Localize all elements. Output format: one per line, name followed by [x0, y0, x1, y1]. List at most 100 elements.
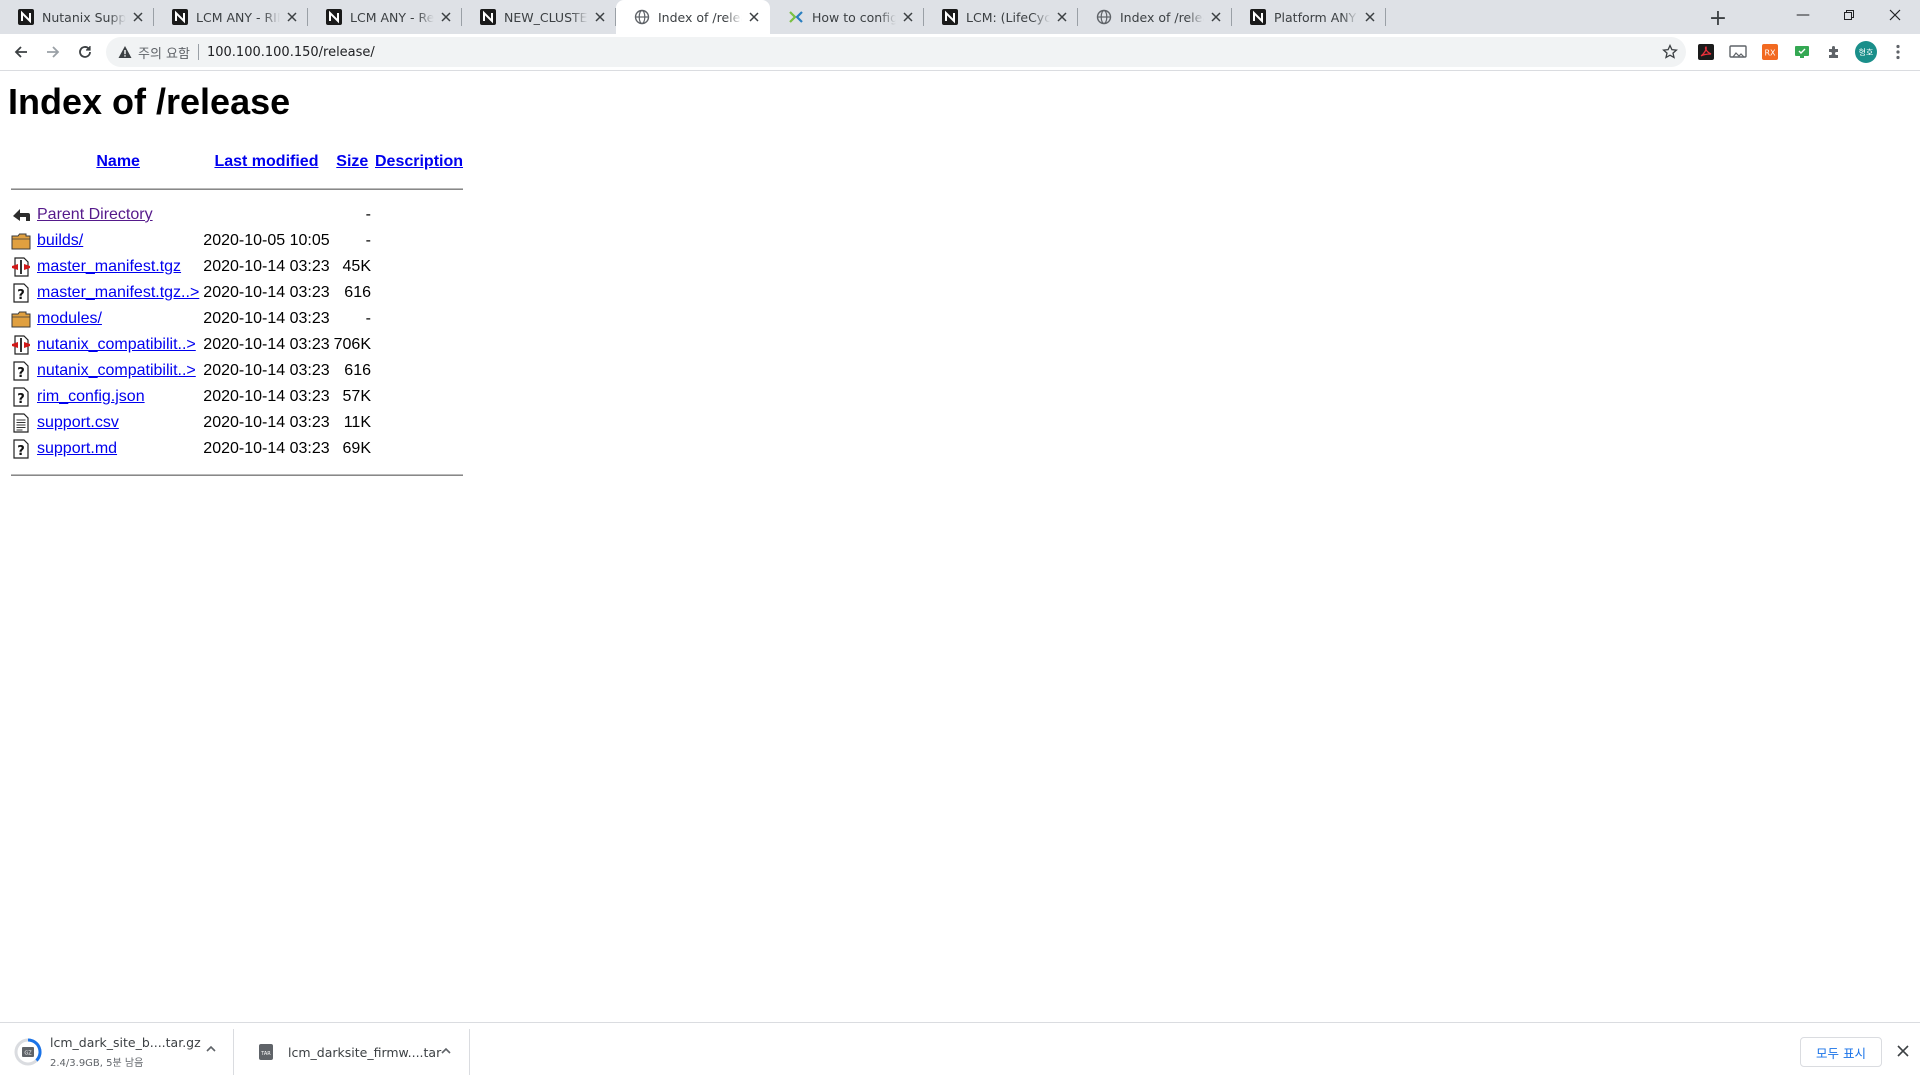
directory-listing-table: Name Last modified Size Description Pare… — [8, 147, 466, 489]
tab-close-icon[interactable] — [746, 9, 762, 25]
modified-cell: 2020-10-14 03:23 — [203, 362, 330, 379]
screen-extension-icon[interactable] — [1793, 43, 1811, 61]
file-link[interactable]: modules/ — [37, 310, 102, 327]
window-close-icon[interactable] — [1872, 0, 1918, 30]
download-text: lcm_dark_site_b....tar.gz 2.4/3.9GB, 5분 … — [50, 1035, 201, 1069]
file-link[interactable]: support.md — [37, 440, 117, 457]
modified-cell: 2020-10-14 03:23 — [203, 310, 330, 327]
description-cell — [374, 385, 464, 409]
browser-tab[interactable]: Platform ANY - Replace — [1232, 0, 1386, 34]
browser-tab[interactable]: LCM ANY - RIM Payload — [154, 0, 308, 34]
tab-separator — [1385, 8, 1386, 26]
browser-tab[interactable]: Index of /release — [616, 0, 770, 34]
size-cell: 11K — [343, 414, 371, 431]
file-link[interactable]: master_manifest.tgz — [37, 258, 181, 275]
file-link[interactable]: nutanix_compatibilit..> — [37, 362, 196, 379]
nutanix-icon — [172, 9, 188, 25]
tab-title: Index of /release — [1120, 9, 1204, 25]
table-row: builds/2020-10-05 10:05 - — [10, 229, 464, 253]
chevron-up-icon[interactable] — [205, 1043, 217, 1058]
file-link[interactable]: rim_config.json — [37, 388, 145, 405]
url-text[interactable]: 100.100.100.150/release/ — [207, 45, 375, 60]
nutanix-icon — [942, 9, 958, 25]
profile-avatar[interactable]: 형호 — [1855, 41, 1877, 63]
size-cell: - — [365, 206, 371, 223]
modified-cell: 2020-10-05 10:05 — [203, 232, 330, 249]
browser-tab[interactable]: Nutanix Support & Insights — [0, 0, 154, 34]
sort-by-size-link[interactable]: Size — [336, 153, 368, 170]
sort-by-description-link[interactable]: Description — [375, 153, 463, 170]
name-cell: nutanix_compatibilit..> — [36, 359, 200, 383]
browser-tab[interactable]: LCM ANY - Release Notes — [308, 0, 462, 34]
unknown-file-icon: ? — [13, 387, 29, 407]
download-item[interactable]: GZ lcm_dark_site_b....tar.gz 2.4/3.9GB, … — [0, 1023, 232, 1081]
sort-by-name-link[interactable]: Name — [96, 153, 140, 170]
modified-column-header: Last modified — [202, 149, 330, 175]
icon-cell: ? — [10, 385, 34, 409]
bookmark-star-icon[interactable] — [1662, 44, 1678, 60]
new-tab-button[interactable]: + — [1705, 5, 1731, 31]
sort-by-modified-link[interactable]: Last modified — [214, 153, 318, 170]
file-link[interactable]: master_manifest.tgz..> — [37, 284, 199, 301]
size-cell: 616 — [344, 362, 371, 379]
browser-tab[interactable]: NEW_CLUSTER - Prism — [462, 0, 616, 34]
tab-close-icon[interactable] — [1054, 9, 1070, 25]
tab-close-icon[interactable] — [900, 9, 916, 25]
browser-tab[interactable]: How to configure a web server — [770, 0, 924, 34]
icon-cell: ? — [10, 437, 34, 461]
show-all-downloads-button[interactable]: 모두 표시 — [1800, 1037, 1882, 1067]
file-link[interactable]: Parent Directory — [37, 206, 153, 223]
icon-cell — [10, 255, 34, 279]
modified-cell: 2020-10-14 03:23 — [203, 284, 330, 301]
file-link[interactable]: support.csv — [37, 414, 119, 431]
forward-button[interactable] — [39, 38, 67, 66]
close-shelf-icon[interactable] — [1893, 1041, 1913, 1061]
menu-kebab-icon[interactable] — [1889, 43, 1907, 61]
header-rule-row — [10, 177, 464, 201]
size-column-header: Size — [333, 149, 372, 175]
description-cell — [374, 333, 464, 357]
modified-cell — [202, 203, 330, 227]
address-divider — [197, 44, 199, 60]
minimize-icon[interactable]: — — [1780, 0, 1826, 30]
security-warning-label[interactable]: 주의 요함 — [138, 43, 190, 62]
tab-close-icon[interactable] — [130, 9, 146, 25]
description-cell — [374, 281, 464, 305]
browser-tab[interactable]: LCM: (LifeCycle Manager) — [924, 0, 1078, 34]
restore-icon[interactable] — [1826, 0, 1872, 30]
download-shelf: GZ lcm_dark_site_b....tar.gz 2.4/3.9GB, … — [0, 1022, 1920, 1081]
forward-arrow-icon — [47, 46, 60, 58]
address-bar[interactable]: 주의 요함 100.100.100.150/release/ — [106, 37, 1686, 67]
pdf-extension-icon[interactable] — [1697, 43, 1715, 61]
extensions-puzzle-icon[interactable] — [1825, 43, 1843, 61]
size-cell: - — [365, 310, 371, 327]
file-link[interactable]: builds/ — [37, 232, 83, 249]
download-item[interactable]: TAR lcm_darksite_firmw....tar — [238, 1023, 468, 1081]
tab-close-icon[interactable] — [592, 9, 608, 25]
nutanix-icon — [1250, 9, 1266, 25]
tab-title: NEW_CLUSTER - Prism — [504, 9, 588, 25]
browser-tab[interactable]: Index of /release — [1078, 0, 1232, 34]
tab-close-icon[interactable] — [438, 9, 454, 25]
file-link[interactable]: nutanix_compatibilit..> — [37, 336, 196, 353]
folder-icon — [11, 233, 31, 250]
back-button[interactable] — [7, 38, 35, 66]
svg-text:RX: RX — [1764, 49, 1776, 58]
table-row: ? support.md 2020-10-14 03:23 69K — [10, 437, 464, 461]
tab-close-icon[interactable] — [284, 9, 300, 25]
tab-title: LCM ANY - RIM Payload — [196, 9, 280, 25]
cast-extension-icon[interactable] — [1729, 43, 1747, 61]
text-file-icon — [13, 413, 29, 433]
reload-button[interactable] — [71, 38, 99, 66]
table-row: support.csv 2020-10-14 03:23 11K — [10, 411, 464, 435]
table-row: ? master_manifest.tgz..> 2020-10-14 03:23 6… — [10, 281, 464, 305]
header-row: Name Last modified Size Description — [10, 149, 464, 175]
tab-close-icon[interactable] — [1362, 9, 1378, 25]
tab-close-icon[interactable] — [1208, 9, 1224, 25]
download-progress-icon: GZ — [14, 1038, 42, 1066]
chevron-up-icon[interactable] — [440, 1045, 452, 1060]
svg-text:?: ? — [17, 444, 25, 459]
rx-extension-icon[interactable]: RX — [1761, 43, 1779, 61]
icon-cell — [10, 203, 34, 227]
download-filename: lcm_darksite_firmw....tar — [288, 1044, 442, 1060]
